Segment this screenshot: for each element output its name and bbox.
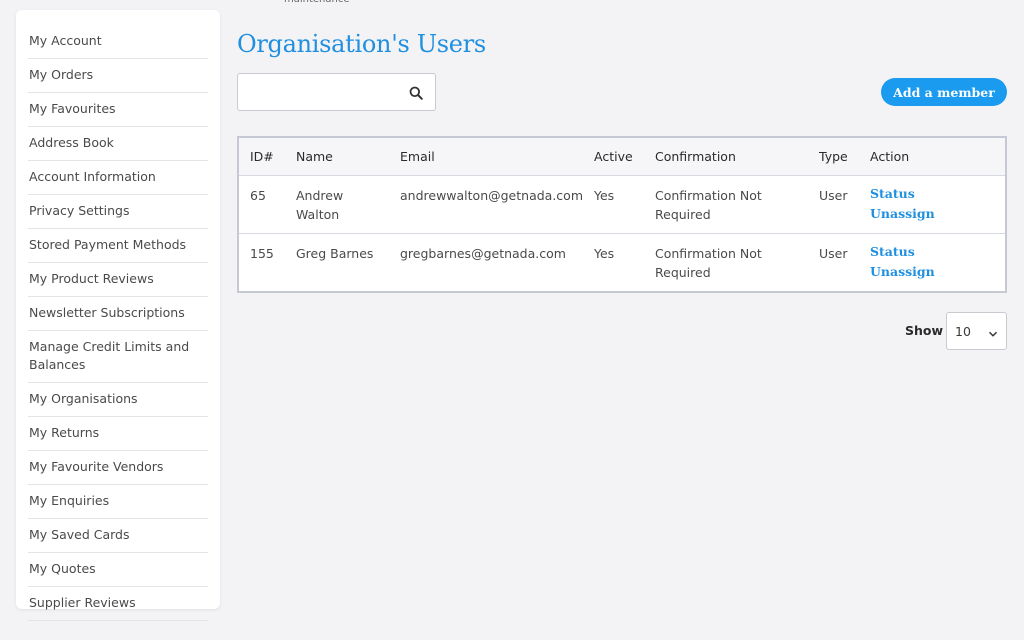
cell-confirmation: Confirmation Not Required	[644, 232, 808, 291]
status-link[interactable]: Status	[870, 242, 1005, 262]
show-label: Show	[905, 323, 944, 338]
unassign-link[interactable]: Unassign	[870, 204, 1005, 224]
column-header-confirmation: Confirmation	[644, 138, 808, 176]
sidebar-item-privacy-settings[interactable]: Privacy Settings	[28, 195, 208, 229]
column-header-action: Action	[859, 138, 1005, 176]
cell-email: andrewwalton@getnada.com	[400, 187, 583, 203]
page-size-select[interactable]: 10	[946, 312, 1007, 350]
search-box	[237, 73, 436, 111]
sidebar-item-newsletter-subscriptions[interactable]: Newsletter Subscriptions	[28, 297, 208, 331]
users-table: ID# Name Email Active Confirmation Type …	[237, 136, 1007, 293]
cell-email: gregbarnes@getnada.com	[389, 232, 583, 291]
sidebar-item-my-saved-cards[interactable]: My Saved Cards	[28, 519, 208, 553]
cell-id: 155	[239, 232, 285, 291]
top-cut-text: maintenance	[284, 0, 350, 5]
status-link[interactable]: Status	[870, 184, 1005, 204]
cell-action: Status Unassign	[859, 232, 1005, 291]
sidebar-item-my-returns[interactable]: My Returns	[28, 417, 208, 451]
cell-action: Status Unassign	[859, 175, 1005, 233]
page-title: Organisation's Users	[237, 30, 486, 58]
sidebar-item-my-enquiries[interactable]: My Enquiries	[28, 485, 208, 519]
cell-id: 65	[250, 187, 266, 203]
sidebar-item-my-organisations[interactable]: My Organisations	[28, 383, 208, 417]
sidebar-item-stored-payment-methods[interactable]: Stored Payment Methods	[28, 229, 208, 263]
table-row: 65 Andrew Walton andrewwalton@getnada.co…	[239, 175, 1005, 233]
column-header-id: ID#	[239, 138, 285, 176]
cell-active: Yes	[583, 232, 644, 291]
column-header-active: Active	[583, 138, 644, 176]
table-row: 155 Greg Barnes gregbarnes@getnada.com Y…	[239, 232, 1005, 291]
search-icon[interactable]	[409, 85, 423, 100]
chevron-down-icon	[988, 327, 998, 337]
sidebar-item-manage-credit-limits[interactable]: Manage Credit Limits and Balances	[28, 331, 208, 383]
column-header-email: Email	[389, 138, 583, 176]
cell-name: Andrew Walton	[296, 187, 344, 222]
unassign-link[interactable]: Unassign	[870, 262, 1005, 282]
sidebar-item-my-orders[interactable]: My Orders	[28, 59, 208, 93]
cell-type: User	[819, 187, 848, 203]
cell-active: Yes	[594, 187, 615, 203]
column-header-type: Type	[808, 138, 859, 176]
page-size-value: 10	[955, 324, 971, 339]
sidebar-item-my-favourite-vendors[interactable]: My Favourite Vendors	[28, 451, 208, 485]
search-input[interactable]	[238, 74, 398, 110]
cell-confirmation: Confirmation Not Required	[655, 187, 762, 222]
sidebar-item-my-quotes[interactable]: My Quotes	[28, 553, 208, 587]
sidebar-item-supplier-reviews[interactable]: Supplier Reviews	[28, 587, 208, 621]
add-member-button[interactable]: Add a member	[881, 78, 1007, 106]
cell-name: Greg Barnes	[285, 232, 389, 291]
column-header-name: Name	[285, 138, 389, 176]
sidebar-item-address-book[interactable]: Address Book	[28, 127, 208, 161]
table-header-row: ID# Name Email Active Confirmation Type …	[239, 138, 1005, 176]
cell-type: User	[808, 232, 859, 291]
sidebar-item-account-information[interactable]: Account Information	[28, 161, 208, 195]
sidebar-item-my-favourites[interactable]: My Favourites	[28, 93, 208, 127]
sidebar-item-my-product-reviews[interactable]: My Product Reviews	[28, 263, 208, 297]
sidebar-item-my-account[interactable]: My Account	[28, 25, 208, 59]
account-sidebar: My Account My Orders My Favourites Addre…	[16, 10, 220, 621]
